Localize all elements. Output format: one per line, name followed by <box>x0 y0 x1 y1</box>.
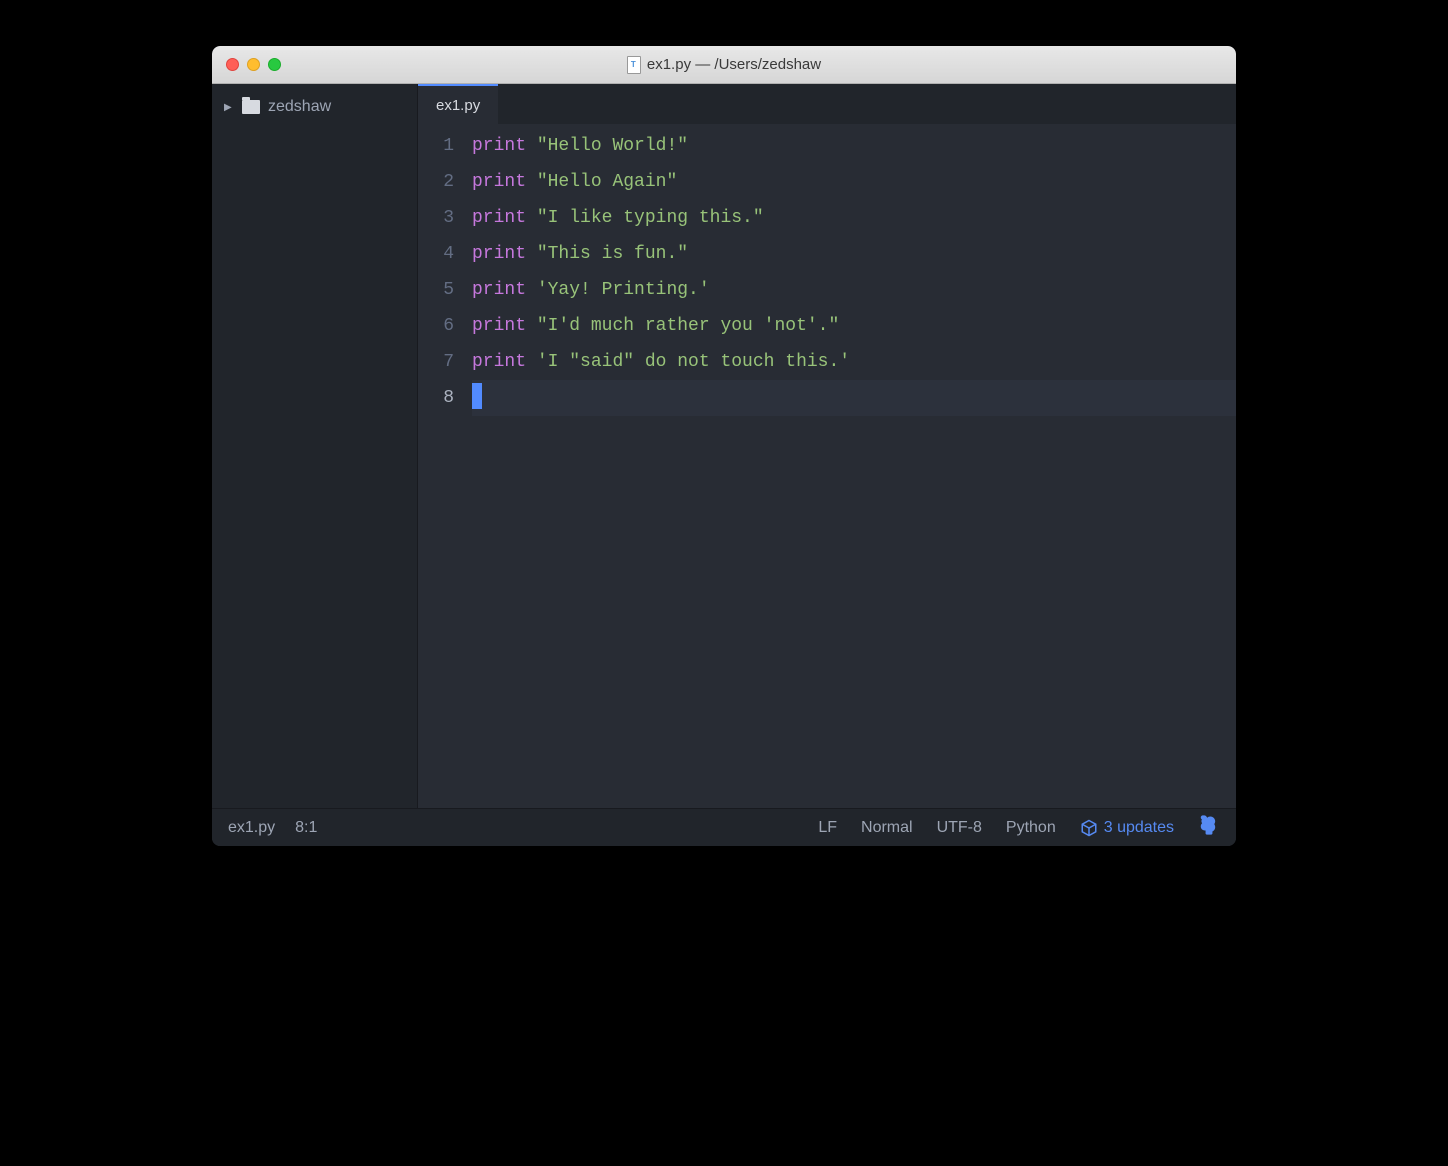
keyword-token: print <box>472 208 526 228</box>
status-right: LF Normal UTF-8 Python 3 updates <box>818 814 1220 842</box>
folder-icon <box>242 100 260 114</box>
code-area[interactable]: print "Hello World!"print "Hello Again"p… <box>472 128 1236 808</box>
package-icon <box>1080 819 1098 837</box>
file-icon <box>627 56 641 74</box>
string-token: "This is fun." <box>537 244 688 264</box>
tab-bar[interactable]: ex1.py <box>418 84 1236 124</box>
squirrel-icon[interactable] <box>1198 814 1220 842</box>
editor-pane: ex1.py 12345678 print "Hello World!"prin… <box>418 84 1236 808</box>
code-line[interactable]: print "I'd much rather you 'not'." <box>472 308 1236 344</box>
text-token <box>526 352 537 372</box>
string-token: "I like typing this." <box>537 208 764 228</box>
line-number[interactable]: 6 <box>418 308 454 344</box>
code-line[interactable] <box>472 380 1236 416</box>
status-eol[interactable]: LF <box>818 819 837 837</box>
text-token <box>526 208 537 228</box>
text-token <box>526 172 537 192</box>
folder-label: zedshaw <box>268 98 331 116</box>
code-line[interactable]: print "This is fun." <box>472 236 1236 272</box>
status-wrap[interactable]: Normal <box>861 819 913 837</box>
string-token: 'Yay! Printing.' <box>537 280 710 300</box>
line-number[interactable]: 7 <box>418 344 454 380</box>
keyword-token: print <box>472 172 526 192</box>
sidebar-root-folder[interactable]: ▶ zedshaw <box>212 92 417 122</box>
window-title-text: ex1.py — /Users/zedshaw <box>647 56 821 73</box>
sidebar[interactable]: ▶ zedshaw <box>212 84 418 808</box>
text-token <box>526 244 537 264</box>
line-number[interactable]: 2 <box>418 164 454 200</box>
code-editor[interactable]: 12345678 print "Hello World!"print "Hell… <box>418 124 1236 808</box>
code-line[interactable]: print 'Yay! Printing.' <box>472 272 1236 308</box>
line-number[interactable]: 5 <box>418 272 454 308</box>
tab-ex1[interactable]: ex1.py <box>418 84 498 124</box>
close-icon[interactable] <box>226 58 239 71</box>
keyword-token: print <box>472 352 526 372</box>
code-line[interactable]: print "I like typing this." <box>472 200 1236 236</box>
keyword-token: print <box>472 280 526 300</box>
statusbar: ex1.py 8:1 LF Normal UTF-8 Python 3 upda… <box>212 808 1236 846</box>
status-file[interactable]: ex1.py <box>228 819 275 837</box>
line-number[interactable]: 3 <box>418 200 454 236</box>
code-line[interactable]: print "Hello Again" <box>472 164 1236 200</box>
line-number[interactable]: 4 <box>418 236 454 272</box>
keyword-token: print <box>472 136 526 156</box>
code-line[interactable]: print 'I "said" do not touch this.' <box>472 344 1236 380</box>
string-token: "Hello Again" <box>537 172 677 192</box>
updates-label: 3 updates <box>1104 819 1174 837</box>
traffic-lights <box>212 58 281 71</box>
status-updates[interactable]: 3 updates <box>1080 819 1174 837</box>
minimize-icon[interactable] <box>247 58 260 71</box>
status-position[interactable]: 8:1 <box>295 819 317 837</box>
editor-window: ex1.py — /Users/zedshaw ▶ zedshaw ex1.py… <box>212 46 1236 846</box>
text-token <box>526 316 537 336</box>
keyword-token: print <box>472 316 526 336</box>
window-title: ex1.py — /Users/zedshaw <box>212 56 1236 74</box>
chevron-right-icon[interactable]: ▶ <box>224 102 234 113</box>
line-gutter[interactable]: 12345678 <box>418 128 472 808</box>
status-left: ex1.py 8:1 <box>228 819 317 837</box>
text-cursor <box>472 383 482 409</box>
string-token: "I'd much rather you 'not'." <box>537 316 839 336</box>
text-token <box>526 136 537 156</box>
titlebar[interactable]: ex1.py — /Users/zedshaw <box>212 46 1236 84</box>
code-line[interactable]: print "Hello World!" <box>472 128 1236 164</box>
line-number[interactable]: 8 <box>418 380 454 416</box>
string-token: 'I "said" do not touch this.' <box>537 352 850 372</box>
tab-label: ex1.py <box>436 97 480 114</box>
status-language[interactable]: Python <box>1006 819 1056 837</box>
text-token <box>526 280 537 300</box>
status-encoding[interactable]: UTF-8 <box>937 819 982 837</box>
string-token: "Hello World!" <box>537 136 688 156</box>
keyword-token: print <box>472 244 526 264</box>
window-body: ▶ zedshaw ex1.py 12345678 print "Hello W… <box>212 84 1236 808</box>
zoom-icon[interactable] <box>268 58 281 71</box>
line-number[interactable]: 1 <box>418 128 454 164</box>
